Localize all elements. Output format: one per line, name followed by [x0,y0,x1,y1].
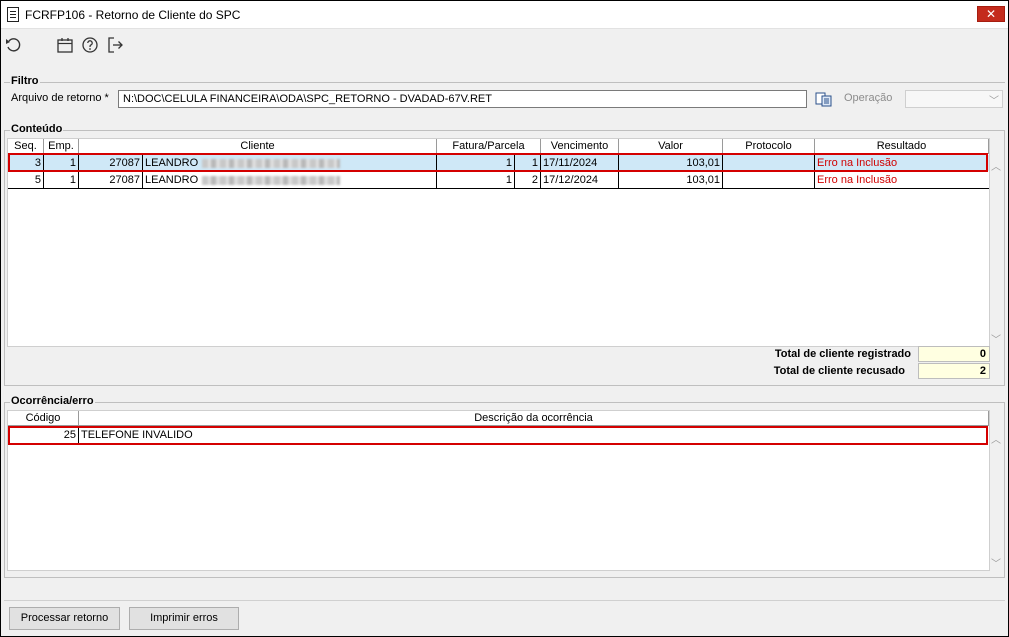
document-icon [7,7,19,22]
exit-icon[interactable] [106,36,124,54]
browse-icon[interactable] [814,90,834,108]
operation-label: Operação [844,92,893,104]
col-cliente[interactable]: Cliente [79,139,437,154]
filter-group-label: Filtro [10,75,40,87]
col-resultado[interactable]: Resultado [815,139,989,154]
total-registered-value: 0 [918,346,990,362]
chevron-down-icon: ﹀ [989,96,999,107]
cell-resultado: Erro na Inclusão [817,174,898,186]
cell-fatura: 1 [437,172,515,188]
highlight-box [8,153,988,172]
cell-vencimento: 17/12/2024 [541,172,619,188]
col-emp[interactable]: Emp. [44,139,79,154]
bottom-rule [4,600,1005,601]
content-group-label: Conteúdo [10,123,64,135]
scroll-down-icon[interactable]: ﹀ [991,555,1001,570]
table-row[interactable]: 5 1 27087 LEANDRO 1 2 17/12/2024 103,01 … [8,172,989,188]
app-window: FCRFP106 - Retorno de Cliente do SPC ✕ F… [0,0,1009,637]
scroll-up-icon[interactable]: ︿ [991,158,1001,173]
col-protocolo[interactable]: Protocolo [723,139,815,154]
occurrence-grid-header: Código Descrição da ocorrência [8,411,989,426]
col-codigo[interactable]: Código [8,411,79,426]
toolbar [1,30,1008,70]
close-button[interactable]: ✕ [977,6,1005,22]
scroll-down-icon[interactable]: ﹀ [991,331,1001,346]
cell-client-code: 27087 [79,172,143,188]
operation-select[interactable]: ﹀ [905,90,1003,108]
total-refused-value: 2 [918,363,990,379]
highlight-box [8,426,988,445]
total-refused-label: Total de cliente recusado [773,365,905,377]
col-descricao[interactable]: Descrição da ocorrência [79,411,989,426]
cell-seq: 5 [8,172,44,188]
client-name-text: LEANDRO [145,174,199,186]
scroll-up-icon[interactable]: ︿ [991,431,1001,446]
undo-icon[interactable] [5,36,23,54]
content-grid-header: Seq. Emp. Cliente Fatura/Parcela Vencime… [8,139,989,154]
cell-emp: 1 [44,172,79,188]
title-bar: FCRFP106 - Retorno de Cliente do SPC ✕ [1,1,1008,29]
calendar-icon[interactable] [56,36,74,54]
col-valor[interactable]: Valor [619,139,723,154]
redacted-surname [202,175,341,185]
col-vencimento[interactable]: Vencimento [541,139,619,154]
cell-valor: 103,01 [619,172,723,188]
process-return-button[interactable]: Processar retorno [9,607,120,630]
col-seq[interactable]: Seq. [8,139,44,154]
print-errors-button[interactable]: Imprimir erros [129,607,239,630]
occurrence-group-label: Ocorrência/erro [10,395,95,407]
total-registered-label: Total de cliente registrado [774,348,911,360]
cell-protocolo [723,172,815,188]
cell-parcela: 2 [515,172,541,188]
window-title: FCRFP106 - Retorno de Cliente do SPC [25,8,241,22]
row-divider [8,188,989,189]
help-icon[interactable] [81,36,99,54]
cell-client-name: LEANDRO [143,172,437,188]
file-label: Arquivo de retorno * [11,92,109,104]
filter-rule [4,82,1005,83]
file-input[interactable] [118,90,807,108]
col-fatura-parcela[interactable]: Fatura/Parcela [437,139,541,154]
